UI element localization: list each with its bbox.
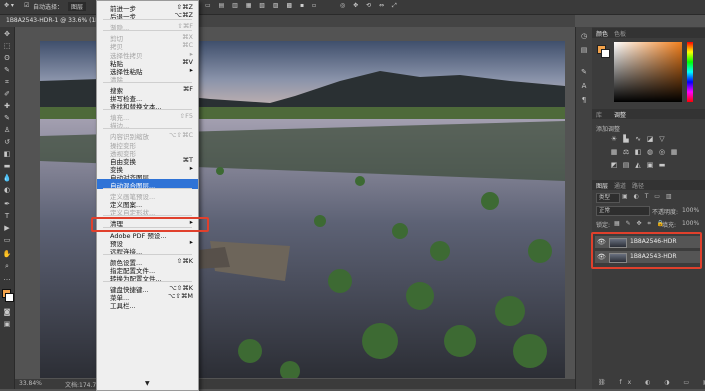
menu-separator [103, 281, 192, 283]
lock-icons[interactable]: ▦ ✎ ✥ ⌗ 🔒 [614, 220, 666, 228]
layer-footer-icons[interactable]: ⛓ fx ◐ ◑ ▭ ▣ 🗑 [598, 379, 705, 386]
menu-separator [103, 253, 192, 255]
brush-tool-icon[interactable]: ✎ [2, 113, 12, 123]
stamp-tool-icon[interactable]: ♙ [2, 125, 12, 135]
color-balance-icon[interactable]: ⚖ [622, 148, 630, 156]
add-adjustment-label: 添加调整 [596, 126, 621, 133]
fill-label: 填充: [662, 222, 677, 229]
menu-scroll-down-icon[interactable]: ▼ [145, 380, 150, 387]
eraser-tool-icon[interactable]: ◧ [2, 149, 12, 159]
properties-icon[interactable]: ▤ [579, 45, 589, 55]
character-icon[interactable]: A [579, 81, 589, 91]
tab-layers[interactable]: 图层 [596, 181, 608, 190]
opacity-label: 不透明度: [652, 209, 679, 216]
adjust-panel-tabs: 库 调整 [592, 109, 705, 119]
curves-icon[interactable]: ∿ [634, 135, 642, 143]
hand-tool-icon[interactable]: ✋ [2, 249, 12, 259]
menu-item-shortcut: ⌥⌘Z [174, 11, 193, 20]
selective-color-icon[interactable]: ▣ [646, 161, 654, 169]
channel-mixer-icon[interactable]: ◎ [658, 148, 666, 156]
marquee-tool-icon[interactable]: ⬚ [2, 41, 12, 51]
paragraph-icon[interactable]: ¶ [579, 95, 589, 105]
menu-separator [103, 109, 192, 111]
shape-tool-icon[interactable]: ▭ [2, 235, 12, 245]
tab-channels[interactable]: 通道 [614, 181, 626, 190]
photo-filter-icon[interactable]: ◍ [646, 148, 654, 156]
gradient-map-icon[interactable]: ▬ [658, 161, 666, 169]
layers-panel-tabs: 图层 通道 路径 [592, 180, 705, 190]
move-tool-icon[interactable]: ✥ ▾ [4, 2, 14, 9]
history-brush-icon[interactable]: ↺ [2, 137, 12, 147]
exposure-icon[interactable]: ◪ [646, 135, 654, 143]
right-panels: 颜色 色板 库 调整 添加调整 ☀ ▙ ∿ ◪ ▽ ▦ ⚖ ◧ ◍ ◎ ▦ ◩ … [592, 27, 705, 389]
healing-tool-icon[interactable]: ✚ [2, 101, 12, 111]
align-icons[interactable]: ▭ ▤ ▥ ▦ ▧ ▨ ▩ ▪ ▫ [205, 2, 319, 9]
menu-separator [103, 30, 192, 32]
eyedropper-tool-icon[interactable]: ✐ [2, 89, 12, 99]
panel-icon-strip: ◷ ▤ ✎ A ¶ [575, 27, 592, 389]
menu-separator [103, 81, 192, 83]
highlight-auto-blend [91, 217, 209, 232]
menu-item-shortcut: ⇧⌘F [177, 22, 193, 31]
tab-color[interactable]: 颜色 [596, 29, 608, 38]
layer-filter-icons[interactable]: ▣ ◐ T ▭ ▥ [622, 193, 674, 200]
vibrance-icon[interactable]: ▽ [658, 135, 666, 143]
color-panel-tabs: 颜色 色板 [592, 28, 705, 38]
background-swatch[interactable] [601, 49, 610, 58]
path-select-tool-icon[interactable]: ▶ [2, 223, 12, 233]
tab-libraries[interactable]: 库 [596, 110, 602, 119]
crop-tool-icon[interactable]: ⌗ [2, 77, 12, 87]
tab-adjustments[interactable]: 调整 [614, 110, 626, 119]
menu-item[interactable]: 工具栏... [97, 299, 198, 311]
hue-slider[interactable] [687, 42, 693, 102]
opacity-value[interactable]: 100% [682, 207, 699, 214]
posterize-icon[interactable]: ▤ [622, 161, 630, 169]
lock-label: 锁定: [596, 222, 611, 229]
background-color-swatch[interactable] [5, 293, 14, 302]
auto-select-checkbox[interactable]: ☑ [24, 2, 29, 9]
brightness-icon[interactable]: ☀ [610, 135, 618, 143]
type-tool-icon[interactable]: T [2, 211, 12, 221]
zoom-tool-icon[interactable]: ⌕ [2, 261, 12, 271]
dodge-tool-icon[interactable]: ◐ [2, 185, 12, 195]
menu-separator [103, 19, 192, 21]
gradient-tool-icon[interactable]: ▬ [2, 161, 12, 171]
blur-tool-icon[interactable]: 💧 [2, 173, 12, 183]
toolbox: ✥ ⬚ ʘ ✎ ⌗ ✐ ✚ ✎ ♙ ↺ ◧ ▬ 💧 ◐ ✒ T ▶ ▭ ✋ ⌕ … [0, 27, 15, 389]
highlight-layers [591, 232, 702, 269]
3d-mode-icons[interactable]: ◎ ✥ ⟲ ⇔ ⤢ [340, 2, 400, 10]
pen-tool-icon[interactable]: ✒ [2, 199, 12, 209]
tab-paths[interactable]: 路径 [632, 181, 644, 190]
menu-item-label: 工具栏... [110, 302, 136, 311]
move-tool-icon[interactable]: ✥ [2, 29, 12, 39]
auto-select-target[interactable]: 图层 [68, 2, 87, 11]
levels-icon[interactable]: ▙ [622, 135, 630, 143]
screen-mode-icon[interactable]: ▣ [2, 319, 12, 329]
zoom-readout[interactable]: 33.84% [19, 380, 42, 387]
color-lookup-icon[interactable]: ▦ [670, 148, 678, 156]
blend-mode-select[interactable]: 正常 [596, 206, 650, 216]
quick-mask-icon[interactable]: ◙ [2, 307, 12, 317]
document-tab[interactable]: 1B8A2543-HDR-1 @ 33.6% (1B8A2546-HDR, RG… [0, 15, 575, 27]
layer-filter-kind[interactable]: 类型 [596, 193, 620, 203]
quick-select-tool-icon[interactable]: ✎ [2, 65, 12, 75]
color-picker-field[interactable] [614, 42, 682, 102]
black-white-icon[interactable]: ◧ [634, 148, 642, 156]
edit-menu: 前进一步 ⇧⌘Z 后退一步 ⌥⌘Z 渐隐... ⇧⌘F 剪切 ⌘X 拷贝 ⌘C 选择性拷贝 ▸ 粘贴 ⌘V… [96, 0, 199, 391]
lasso-tool-icon[interactable]: ʘ [2, 53, 12, 63]
menu-separator [103, 188, 192, 190]
more-tools-icon[interactable]: … [2, 273, 12, 283]
fill-value[interactable]: 100% [682, 220, 699, 227]
menu-separator [103, 128, 192, 130]
tab-swatches[interactable]: 色板 [614, 29, 626, 38]
auto-select-label: 自动选择： [33, 4, 64, 11]
invert-icon[interactable]: ◩ [610, 161, 618, 169]
hue-sat-icon[interactable]: ▦ [610, 148, 618, 156]
history-icon[interactable]: ◷ [579, 31, 589, 41]
threshold-icon[interactable]: ◭ [634, 161, 642, 169]
brush-settings-icon[interactable]: ✎ [579, 67, 589, 77]
